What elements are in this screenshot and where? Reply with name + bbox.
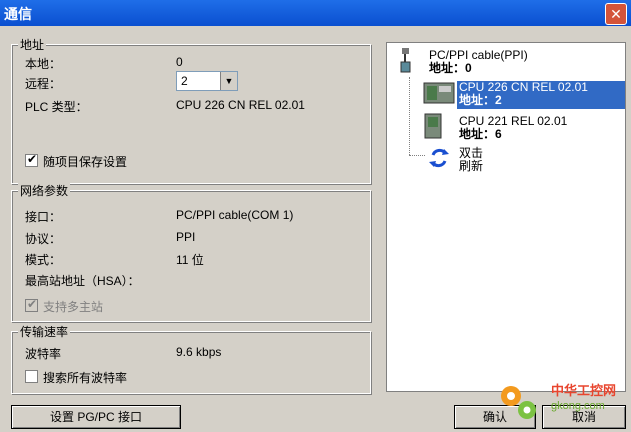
remote-label: 远程： [25, 77, 62, 91]
watermark-text-en: gkong.com [551, 400, 605, 412]
plc-cpu221-icon [424, 113, 442, 139]
close-button[interactable]: ✕ [605, 3, 627, 25]
network-group-title: 网络参数 [18, 182, 71, 199]
multi-master-checkbox: ✔ [25, 297, 38, 312]
interface-label: 接口： [25, 210, 62, 224]
device-address: 地址：2 [459, 93, 502, 107]
baud-group-title: 传输速率 [18, 323, 71, 340]
save-with-project-label: 随项目保存设置 [43, 155, 128, 169]
gear-icon [501, 386, 536, 419]
watermark-logo: 中华工控网 gkong.com [495, 376, 631, 432]
device-node-cpu221[interactable]: CPU 221 REL 02.01 地址：6 [459, 115, 567, 141]
address-group-title: 地址 [18, 36, 47, 53]
window-title: 通信 [4, 6, 32, 22]
local-label: 本地： [25, 57, 62, 71]
search-all-baud-label: 搜索所有波特率 [43, 371, 128, 385]
device-node-cpu226[interactable]: CPU 226 CN REL 02.01 地址：2 [457, 81, 625, 109]
close-icon: ✕ [610, 6, 622, 22]
plc-type-value: CPU 226 CN REL 02.01 [176, 98, 305, 112]
hsa-label: 最高站地址（HSA）： [25, 274, 140, 288]
watermark-text-cn: 中华工控网 [551, 383, 617, 398]
remote-address-select[interactable]: 2 ▼ [176, 71, 238, 91]
cable-icon [400, 48, 411, 73]
cable-node[interactable]: PC/PPI cable(PPI) 地址：0 [429, 49, 528, 75]
network-tree[interactable]: PC/PPI cable(PPI) 地址：0 CPU 226 CN REL 02… [386, 42, 626, 392]
chevron-down-icon[interactable]: ▼ [220, 72, 237, 90]
plc-type-label: PLC 类型： [25, 100, 88, 114]
remote-address-value: 2 [181, 74, 188, 88]
baud-value: 9.6 kbps [176, 345, 222, 359]
refresh-icon[interactable] [427, 147, 451, 169]
check-icon: ✔ [27, 297, 38, 311]
interface-value: PC/PPI cable(COM 1) [176, 208, 294, 222]
refresh-node[interactable]: 双击 刷新 [459, 147, 483, 173]
tree-branch [409, 155, 425, 156]
cable-address: 地址：0 [429, 61, 472, 75]
plc-cpu226-icon [423, 82, 455, 104]
refresh-line2: 刷新 [459, 159, 484, 173]
save-with-project-checkbox[interactable]: ✔ [25, 152, 38, 167]
search-all-baud-checkbox[interactable] [25, 370, 38, 383]
set-pgpc-interface-button[interactable]: 设置 PG/PC 接口 [11, 405, 181, 429]
mode-value: 11 位 [176, 253, 204, 267]
baud-label: 波特率 [25, 347, 62, 361]
protocol-label: 协议： [25, 232, 62, 246]
local-value: 0 [176, 55, 183, 69]
title-bar: 通信 ✕ [0, 0, 631, 26]
protocol-value: PPI [176, 230, 196, 244]
device-address: 地址：6 [459, 127, 502, 141]
mode-label: 模式： [25, 253, 62, 267]
check-icon: ✔ [27, 152, 38, 166]
multi-master-label: 支持多主站 [43, 300, 104, 314]
tree-line [409, 77, 410, 155]
